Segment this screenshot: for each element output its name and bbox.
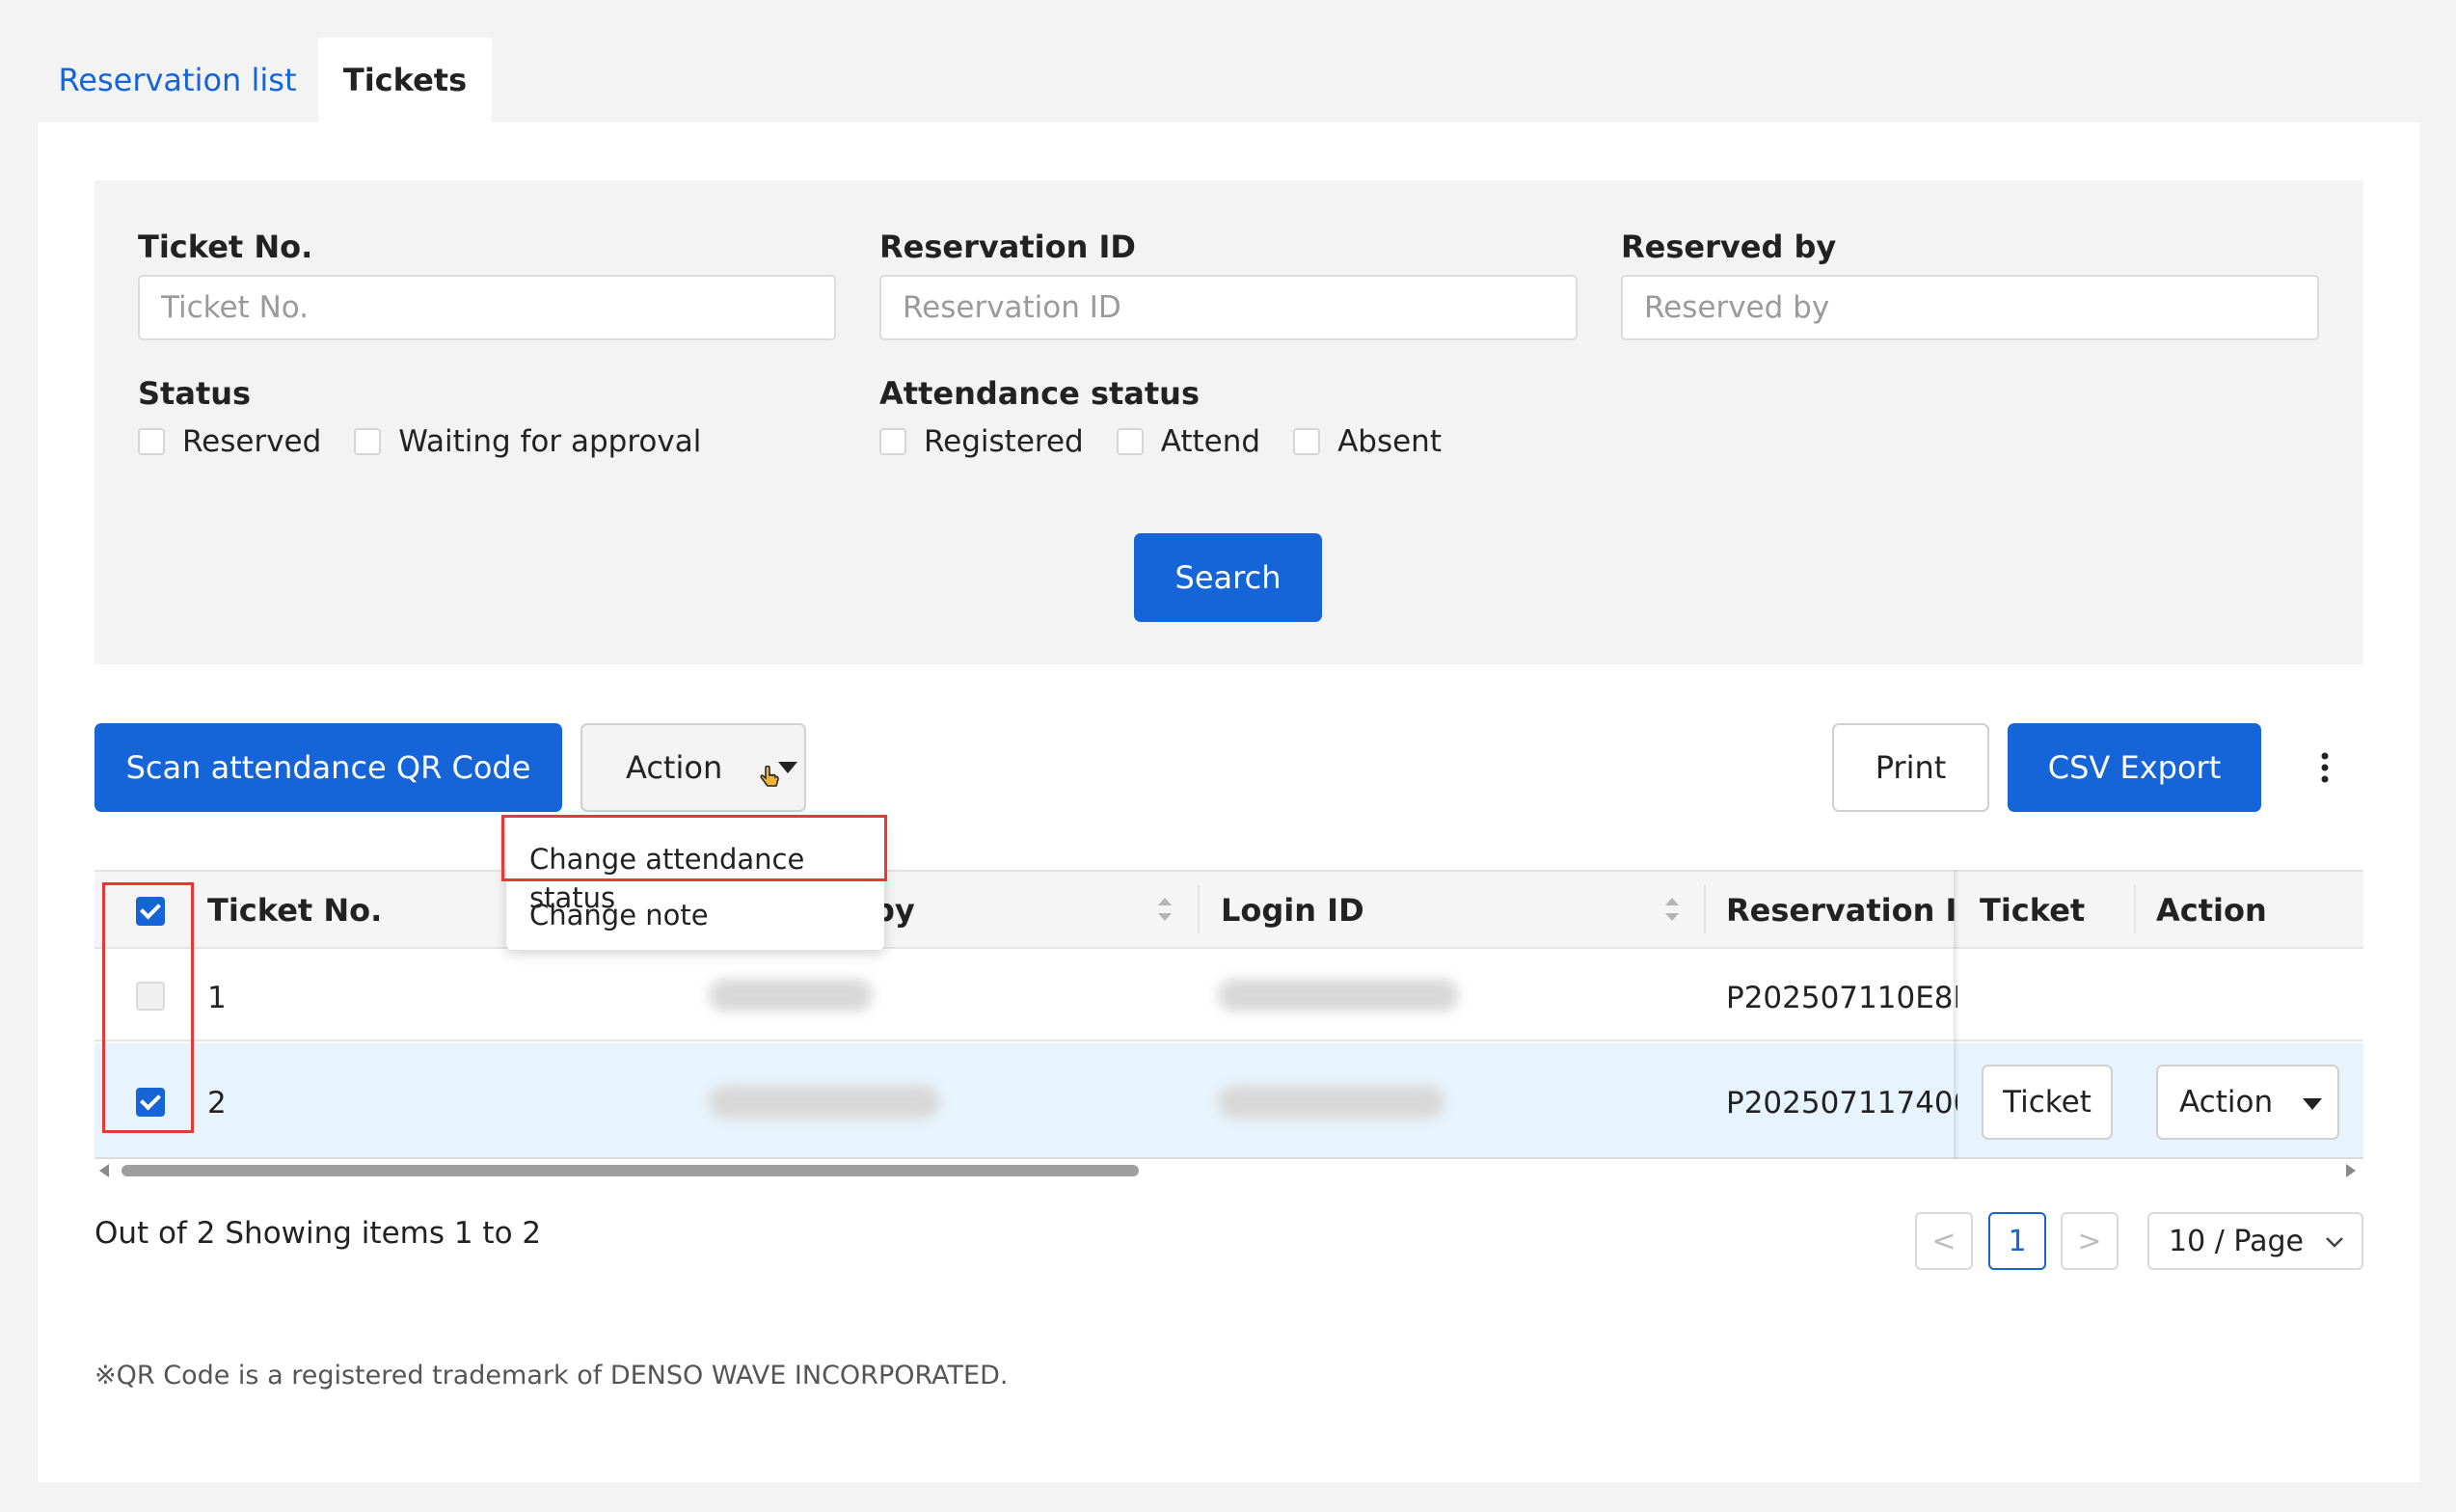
ticket-no-label: Ticket No. <box>138 229 313 265</box>
col-header-action: Action <box>2156 892 2267 929</box>
scroll-right-icon[interactable] <box>2346 1164 2356 1177</box>
col-header-ticket: Ticket <box>1980 892 2086 929</box>
status-reserved[interactable]: Reserved <box>138 424 321 459</box>
kebab-menu-icon[interactable] <box>2310 748 2339 787</box>
page-size-value: 10 / Page <box>2169 1224 2304 1258</box>
option-label: Absent <box>1337 424 1442 459</box>
status-options: Reserved Waiting for approval <box>138 424 734 459</box>
ticket-no-input[interactable] <box>138 275 836 340</box>
option-label: Waiting for approval <box>398 424 702 459</box>
scroll-left-icon[interactable] <box>99 1164 109 1177</box>
reserved-by-label: Reserved by <box>1621 229 1837 265</box>
col-header-reservation-id[interactable]: Reservation II <box>1726 892 1957 929</box>
search-button[interactable]: Search <box>1134 533 1322 622</box>
highlight-box <box>501 815 887 881</box>
attendance-status-label: Attendance status <box>879 375 1200 412</box>
checkbox[interactable] <box>879 428 906 455</box>
ticket-no-cell: 1 <box>207 981 227 1015</box>
tab-tickets[interactable]: Tickets <box>318 38 492 122</box>
row-action-button[interactable]: Action <box>2156 1065 2339 1140</box>
col-header-login-id[interactable]: Login ID <box>1221 892 1364 929</box>
col-header-ticket-no[interactable]: Ticket No. <box>207 892 382 929</box>
page-size-select[interactable]: 10 / Page <box>2147 1212 2363 1270</box>
reservation-id-cell: P202507117400 <box>1726 1086 1957 1120</box>
sort-icon[interactable] <box>1158 898 1172 921</box>
page-1-button[interactable]: 1 <box>1988 1212 2046 1270</box>
column-divider <box>1198 885 1200 933</box>
checkbox[interactable] <box>1293 428 1321 455</box>
reservation-id-cell: P202507110E8D <box>1726 981 1957 1015</box>
chevron-down-icon <box>2326 1237 2343 1248</box>
checkbox[interactable] <box>138 428 165 455</box>
redacted-reserved-by <box>709 979 873 1012</box>
csv-export-button[interactable]: CSV Export <box>2008 723 2261 812</box>
prev-page-button[interactable]: < <box>1915 1212 1973 1270</box>
menu-item-change-note[interactable]: Change note <box>506 896 884 934</box>
ticket-button[interactable]: Ticket <box>1982 1065 2113 1140</box>
attendance-registered[interactable]: Registered <box>879 424 1084 459</box>
print-button[interactable]: Print <box>1832 723 1989 812</box>
status-waiting-for-approval[interactable]: Waiting for approval <box>354 424 701 459</box>
tab-reservation-list[interactable]: Reservation list <box>38 38 317 122</box>
scrollbar-thumb[interactable] <box>121 1165 1139 1176</box>
column-divider <box>2134 885 2136 933</box>
action-dropdown-button[interactable]: Action <box>580 723 806 812</box>
option-label: Attend <box>1160 424 1261 459</box>
sort-icon[interactable] <box>1665 898 1679 921</box>
column-divider <box>1704 885 1706 933</box>
reservation-id-input[interactable] <box>879 275 1578 340</box>
redacted-login-id <box>1218 1086 1444 1119</box>
next-page-button[interactable]: > <box>2061 1212 2119 1270</box>
reserved-by-input[interactable] <box>1621 275 2319 340</box>
ticket-no-cell: 2 <box>207 1086 227 1120</box>
attendance-absent[interactable]: Absent <box>1293 424 1442 459</box>
redacted-login-id <box>1218 979 1459 1012</box>
checkbox[interactable] <box>1116 428 1144 455</box>
option-label: Registered <box>924 424 1084 459</box>
reservation-id-label: Reservation ID <box>879 229 1136 265</box>
hand-pointer-icon <box>760 766 779 787</box>
caret-down-icon <box>778 762 798 773</box>
attendance-attend[interactable]: Attend <box>1116 424 1261 459</box>
attendance-status-options: Registered Attend Absent <box>879 424 1474 459</box>
action-label: Action <box>626 749 723 786</box>
option-label: Reserved <box>182 424 322 459</box>
checkbox[interactable] <box>354 428 382 455</box>
footer-trademark-note: ※QR Code is a registered trademark of DE… <box>94 1361 1009 1390</box>
caret-down-icon <box>2303 1098 2322 1110</box>
status-label: Status <box>138 375 252 412</box>
row-action-label: Action <box>2179 1085 2274 1120</box>
highlight-box <box>102 882 194 1133</box>
scan-qr-button[interactable]: Scan attendance QR Code <box>94 723 562 812</box>
pagination-summary: Out of 2 Showing items 1 to 2 <box>94 1216 542 1251</box>
redacted-reserved-by <box>709 1086 940 1119</box>
